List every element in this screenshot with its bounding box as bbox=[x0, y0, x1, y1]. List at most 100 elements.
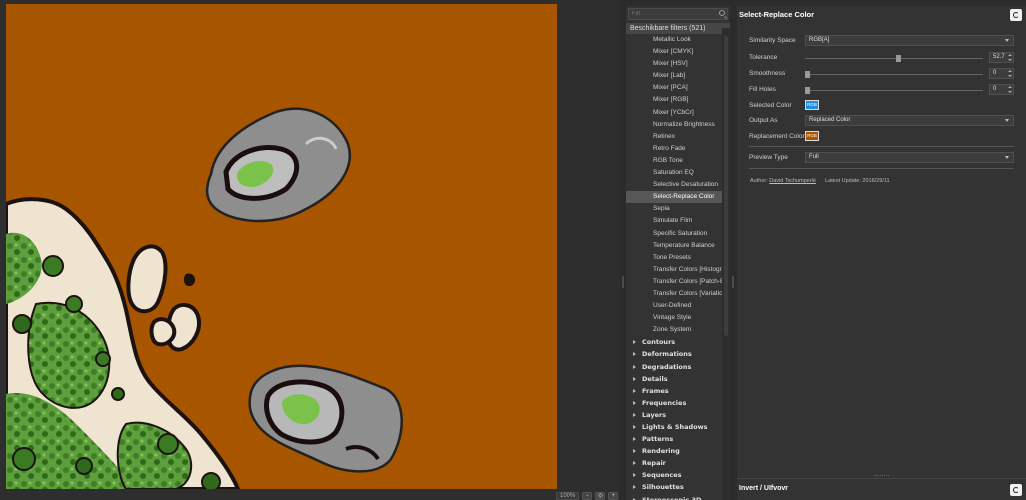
filter-search-input[interactable] bbox=[628, 8, 728, 20]
tree-filter-item[interactable]: User-Defined bbox=[626, 300, 730, 312]
tolerance-slider[interactable] bbox=[805, 55, 983, 62]
tree-category[interactable]: Details bbox=[626, 373, 730, 385]
zoom-level[interactable]: 100% bbox=[556, 492, 580, 500]
tree-filter-item[interactable]: Transfer Colors [Variational] bbox=[626, 288, 730, 300]
tree-filter-item[interactable]: Metallic Look bbox=[626, 34, 730, 46]
tree-category-label: Repair bbox=[642, 459, 666, 468]
expand-arrow-icon[interactable] bbox=[633, 352, 636, 357]
expand-arrow-icon[interactable] bbox=[633, 388, 636, 393]
tree-category[interactable]: Frequencies bbox=[626, 397, 730, 409]
tree-category[interactable]: Rendering bbox=[626, 445, 730, 457]
expand-arrow-icon[interactable] bbox=[633, 376, 636, 381]
tree-filter-item[interactable]: Vintage Style bbox=[626, 312, 730, 324]
tree-filter-item[interactable]: Sepia bbox=[626, 203, 730, 215]
spin-arrows-icon[interactable] bbox=[1008, 70, 1012, 77]
tree-category[interactable]: Deformations bbox=[626, 348, 730, 360]
tree-category[interactable]: Layers bbox=[626, 409, 730, 421]
tree-filter-item[interactable]: Retinex bbox=[626, 131, 730, 143]
invert-reset-button[interactable] bbox=[1010, 484, 1022, 496]
expand-arrow-icon[interactable] bbox=[633, 485, 636, 490]
expand-arrow-icon[interactable] bbox=[633, 400, 636, 405]
tree-category[interactable]: Degradations bbox=[626, 361, 730, 373]
similarity-space-label: Similarity Space bbox=[749, 37, 796, 44]
expand-arrow-icon[interactable] bbox=[633, 364, 636, 369]
filter-tree: Beschikbare filters (521) Metallic Look M… bbox=[626, 23, 730, 500]
tree-category[interactable]: Silhouettes bbox=[626, 481, 730, 493]
tree-filter-item[interactable]: Simulate Film bbox=[626, 215, 730, 227]
tree-category-label: Lights & Shadows bbox=[642, 423, 708, 431]
tree-filter-item[interactable]: Transfer Colors [Patch-Based] bbox=[626, 276, 730, 288]
tree-filter-item[interactable]: Specific Saturation bbox=[626, 228, 730, 240]
fill-holes-slider[interactable] bbox=[805, 87, 983, 94]
tree-category[interactable]: Stereoscopic 3D bbox=[626, 494, 730, 500]
tree-filter-item[interactable]: Saturation EQ bbox=[626, 167, 730, 179]
zoom-fit-button[interactable]: ◎ bbox=[595, 492, 606, 500]
tree-filter-item[interactable]: Mixer [HSV] bbox=[626, 58, 730, 70]
tree-filter-item[interactable]: Mixer [CMYK] bbox=[626, 46, 730, 58]
expand-arrow-icon[interactable] bbox=[633, 412, 636, 417]
tree-category[interactable]: Sequences bbox=[626, 469, 730, 481]
tree-filter-item[interactable]: Tone Presets bbox=[626, 252, 730, 264]
tree-filter-item[interactable]: Mixer [RGB] bbox=[626, 94, 730, 106]
output-as-select[interactable]: Replaced Color bbox=[805, 115, 1014, 126]
splitter-grip[interactable] bbox=[622, 276, 624, 288]
preview-type-select[interactable]: Full bbox=[805, 152, 1014, 163]
expand-arrow-icon[interactable] bbox=[633, 461, 636, 466]
smoothness-spinbox[interactable]: 0 bbox=[989, 68, 1014, 79]
expand-arrow-icon[interactable] bbox=[633, 449, 636, 454]
fill-holes-slider-knob[interactable] bbox=[805, 87, 810, 94]
tree-group-open[interactable]: Beschikbare filters (521) bbox=[626, 23, 730, 34]
expand-arrow-icon[interactable] bbox=[633, 425, 636, 429]
tree-category[interactable]: Patterns bbox=[626, 433, 730, 445]
fill-holes-spinbox[interactable]: 0 bbox=[989, 84, 1014, 95]
spin-arrows-icon[interactable] bbox=[1008, 86, 1012, 93]
tree-filter-item[interactable]: Mixer [PCA] bbox=[626, 82, 730, 94]
tree-filter-item[interactable]: Normalize Brightness bbox=[626, 119, 730, 131]
reset-parameters-button[interactable] bbox=[1010, 9, 1022, 21]
author-link[interactable]: David Tschumperlé bbox=[769, 178, 816, 184]
selected-color-swatch[interactable]: RGB bbox=[805, 100, 819, 110]
expand-arrow-icon[interactable] bbox=[633, 473, 636, 478]
tree-category-label: Contours bbox=[642, 338, 676, 347]
selected-color-row: Selected Color RGB bbox=[749, 100, 1015, 112]
panel-splitter[interactable] bbox=[730, 0, 737, 500]
smoothness-row: Smoothness 0 bbox=[749, 68, 1015, 80]
tree-category[interactable]: Contours bbox=[626, 336, 730, 348]
zoom-in-button[interactable]: + bbox=[608, 492, 619, 500]
smoothness-slider-knob[interactable] bbox=[805, 71, 810, 78]
tolerance-spinbox[interactable]: 52.7 bbox=[989, 52, 1014, 63]
search-icon[interactable] bbox=[719, 10, 725, 16]
section-resize-handle[interactable] bbox=[875, 475, 889, 477]
invert-section: Invert / UIfvovr bbox=[737, 475, 1026, 500]
zoom-out-button[interactable]: − bbox=[582, 492, 593, 500]
expand-arrow-icon[interactable] bbox=[633, 340, 636, 345]
tree-filter-item[interactable]: RGB Tone bbox=[626, 155, 730, 167]
tree-category-label: Rendering bbox=[642, 447, 680, 456]
preview-type-row: Preview Type Full bbox=[749, 152, 1015, 164]
tree-category[interactable]: Lights & Shadows bbox=[626, 421, 730, 433]
tree-category[interactable]: Frames bbox=[626, 385, 730, 397]
chevron-down-icon bbox=[1005, 39, 1009, 42]
smoothness-slider[interactable] bbox=[805, 71, 983, 78]
similarity-space-value: RGB[A] bbox=[809, 37, 830, 43]
tree-scroll-thumb[interactable] bbox=[724, 36, 728, 336]
tree-filter-item[interactable]: Mixer [Lab] bbox=[626, 70, 730, 82]
output-as-row: Output As Replaced Color bbox=[749, 115, 1015, 127]
tolerance-slider-knob[interactable] bbox=[896, 55, 902, 62]
splitter-grip[interactable] bbox=[732, 276, 734, 288]
tree-filter-item[interactable]: Mixer [YCbCr] bbox=[626, 107, 730, 119]
tree-scrollbar[interactable] bbox=[722, 28, 730, 500]
tree-filter-item[interactable]: Selective Desaturation bbox=[626, 179, 730, 191]
tree-category[interactable]: Repair bbox=[626, 457, 730, 469]
tree-filter-item[interactable]: Zone System bbox=[626, 324, 730, 336]
tree-filter-item[interactable]: Retro Fade bbox=[626, 143, 730, 155]
replacement-color-swatch[interactable]: RGB bbox=[805, 131, 819, 141]
expand-arrow-icon[interactable] bbox=[633, 437, 636, 442]
spin-arrows-icon[interactable] bbox=[1008, 54, 1012, 61]
preview-canvas[interactable] bbox=[6, 4, 557, 489]
tree-filter-item[interactable]: Select-Replace Color bbox=[626, 191, 730, 204]
similarity-space-select[interactable]: RGB[A] bbox=[805, 35, 1014, 46]
tree-filter-item[interactable]: Temperature Balance bbox=[626, 240, 730, 252]
filter-title-bar: Select-Replace Color bbox=[737, 6, 1026, 24]
tree-filter-item[interactable]: Transfer Colors [Histogram] bbox=[626, 264, 730, 276]
